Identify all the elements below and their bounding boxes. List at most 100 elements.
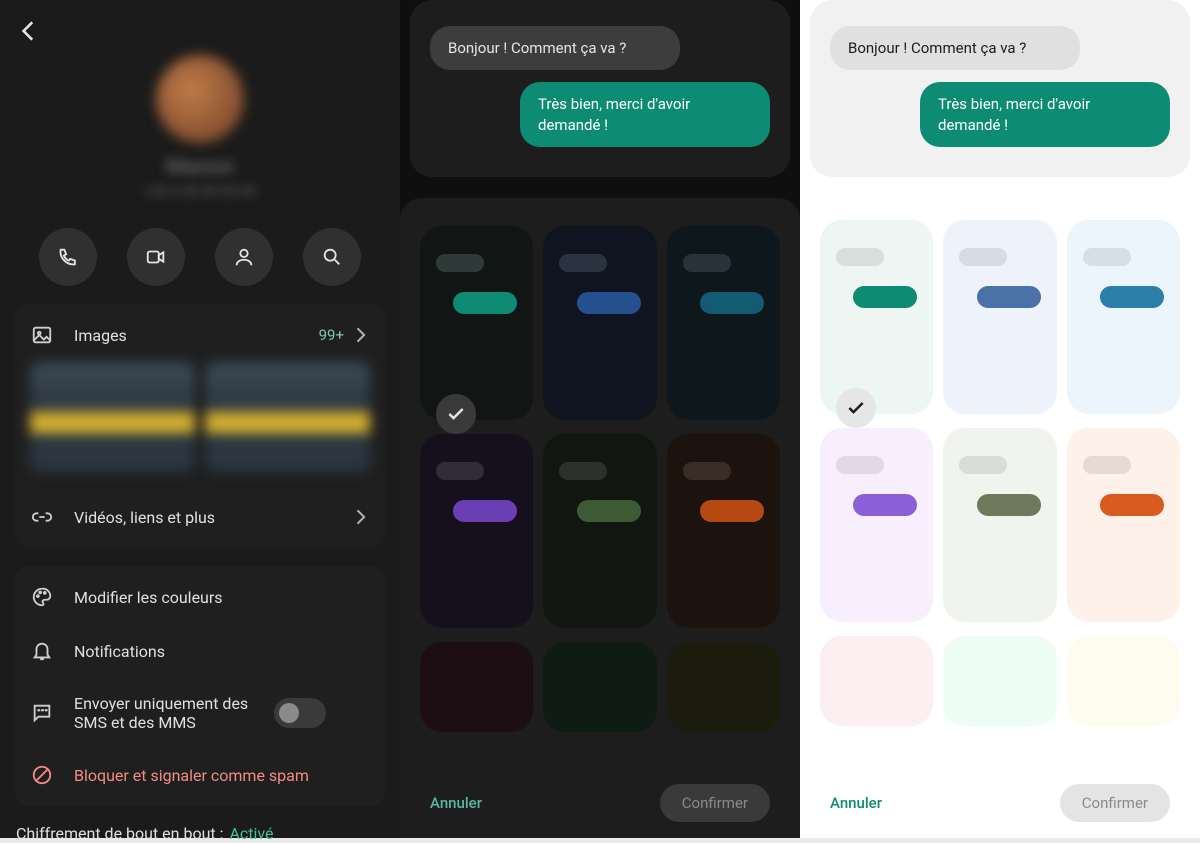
modify-colors-label: Modifier les couleurs xyxy=(74,588,370,607)
swatch-outgoing-bubble xyxy=(977,494,1041,516)
swatch-outgoing-bubble xyxy=(700,500,764,522)
search-button[interactable] xyxy=(303,228,361,286)
swatch-grid-dark xyxy=(400,198,800,768)
action-row xyxy=(0,228,400,286)
swatch-outgoing-bubble xyxy=(577,292,641,314)
swatch-outgoing-bubble xyxy=(1100,286,1164,308)
swatch-incoming-bubble xyxy=(1083,248,1131,266)
encryption-status: Activé xyxy=(229,824,273,843)
selected-check-icon xyxy=(836,388,876,428)
color-swatch[interactable] xyxy=(1067,220,1180,414)
preview-incoming-message: Bonjour ! Comment ça va ? xyxy=(830,26,1080,70)
block-icon xyxy=(30,764,54,786)
color-swatch[interactable] xyxy=(420,434,533,628)
video-icon xyxy=(145,246,167,268)
color-swatch[interactable] xyxy=(667,642,780,732)
avatar[interactable] xyxy=(156,55,244,143)
more-media-row[interactable]: Vidéos, liens et plus xyxy=(14,490,386,544)
back-button[interactable] xyxy=(16,18,42,44)
confirm-button[interactable]: Confirmer xyxy=(660,784,770,822)
preview-outgoing-message: Très bien, merci d'avoir demandé ! xyxy=(920,82,1170,147)
call-button[interactable] xyxy=(39,228,97,286)
swatch-incoming-bubble xyxy=(683,254,731,272)
message-icon xyxy=(30,702,54,724)
color-swatch[interactable] xyxy=(1067,636,1180,726)
search-icon xyxy=(321,246,343,268)
encryption-prefix: Chiffrement de bout en bout : xyxy=(16,824,223,843)
more-media-label: Vidéos, liens et plus xyxy=(74,508,350,527)
preview-outgoing-message: Très bien, merci d'avoir demandé ! xyxy=(520,82,770,147)
color-swatch[interactable] xyxy=(543,226,656,420)
swatch-grid-light xyxy=(800,192,1200,768)
color-swatch[interactable] xyxy=(943,428,1056,622)
color-swatch[interactable] xyxy=(943,220,1056,414)
color-swatch[interactable] xyxy=(420,642,533,732)
settings-card: Modifier les couleurs Notifications Envo… xyxy=(14,566,386,806)
notifications-label: Notifications xyxy=(74,642,370,661)
color-swatch[interactable] xyxy=(667,434,780,628)
contact-details-panel: Manon +33 6 00 00 00 00 Images 99+ xyxy=(0,0,400,838)
notifications-row[interactable]: Notifications xyxy=(14,624,386,678)
cancel-button[interactable]: Annuler xyxy=(830,794,882,812)
swatch-outgoing-bubble xyxy=(853,494,917,516)
swatch-incoming-bubble xyxy=(959,456,1007,474)
color-swatch[interactable] xyxy=(420,226,533,420)
swatch-incoming-bubble xyxy=(436,462,484,480)
sms-only-toggle[interactable] xyxy=(274,698,326,728)
contact-number: +33 6 00 00 00 00 xyxy=(0,184,400,200)
chat-preview-light: Bonjour ! Comment ça va ? Très bien, mer… xyxy=(810,0,1190,177)
swatch-incoming-bubble xyxy=(436,254,484,272)
encryption-row[interactable]: Chiffrement de bout en bout : Activé xyxy=(0,806,400,843)
swatch-outgoing-bubble xyxy=(1100,494,1164,516)
swatch-incoming-bubble xyxy=(836,248,884,266)
swatch-outgoing-bubble xyxy=(977,286,1041,308)
swatch-outgoing-bubble xyxy=(853,286,917,308)
color-swatch[interactable] xyxy=(1067,428,1180,622)
dialog-footer: Annuler Confirmer xyxy=(400,768,800,838)
swatch-incoming-bubble xyxy=(559,254,607,272)
color-swatch[interactable] xyxy=(820,636,933,726)
color-swatch[interactable] xyxy=(943,636,1056,726)
swatch-incoming-bubble xyxy=(959,248,1007,266)
color-swatch[interactable] xyxy=(820,428,933,622)
video-call-button[interactable] xyxy=(127,228,185,286)
block-row[interactable]: Bloquer et signaler comme spam xyxy=(14,748,386,802)
image-thumb[interactable] xyxy=(205,362,370,472)
color-swatch[interactable] xyxy=(543,642,656,732)
images-icon xyxy=(30,324,54,346)
swatch-outgoing-bubble xyxy=(577,500,641,522)
phone-icon xyxy=(57,246,79,268)
block-label: Bloquer et signaler comme spam xyxy=(74,766,370,785)
contact-name: Manon xyxy=(0,155,400,180)
image-thumbnails[interactable] xyxy=(14,362,386,490)
contact-header: Manon +33 6 00 00 00 00 xyxy=(0,0,400,200)
confirm-button[interactable]: Confirmer xyxy=(1060,784,1170,822)
sms-only-row[interactable]: Envoyer uniquement des SMS et des MMS xyxy=(14,678,386,748)
palette-icon xyxy=(30,586,54,608)
images-label: Images xyxy=(74,326,319,345)
chat-preview-dark: Bonjour ! Comment ça va ? Très bien, mer… xyxy=(410,0,790,177)
cancel-button[interactable]: Annuler xyxy=(430,794,482,812)
swatch-incoming-bubble xyxy=(559,462,607,480)
color-swatch[interactable] xyxy=(543,434,656,628)
color-swatch[interactable] xyxy=(820,220,933,414)
color-picker-dark: Bonjour ! Comment ça va ? Très bien, mer… xyxy=(400,0,800,838)
color-swatch[interactable] xyxy=(667,226,780,420)
sms-only-label: Envoyer uniquement des SMS et des MMS xyxy=(74,694,274,732)
swatch-incoming-bubble xyxy=(836,456,884,474)
color-picker-light: Bonjour ! Comment ça va ? Très bien, mer… xyxy=(800,0,1200,838)
swatch-outgoing-bubble xyxy=(700,292,764,314)
chevron-right-icon xyxy=(350,507,370,527)
swatch-outgoing-bubble xyxy=(453,500,517,522)
media-card: Images 99+ Vidéos, liens et plus xyxy=(14,304,386,548)
person-icon xyxy=(233,246,255,268)
swatch-incoming-bubble xyxy=(683,462,731,480)
contact-button[interactable] xyxy=(215,228,273,286)
swatch-incoming-bubble xyxy=(1083,456,1131,474)
modify-colors-row[interactable]: Modifier les couleurs xyxy=(14,570,386,624)
images-count: 99+ xyxy=(319,326,344,344)
selected-check-icon xyxy=(436,394,476,434)
image-thumb[interactable] xyxy=(30,362,195,472)
images-row[interactable]: Images 99+ xyxy=(14,308,386,362)
dialog-footer: Annuler Confirmer xyxy=(800,768,1200,838)
